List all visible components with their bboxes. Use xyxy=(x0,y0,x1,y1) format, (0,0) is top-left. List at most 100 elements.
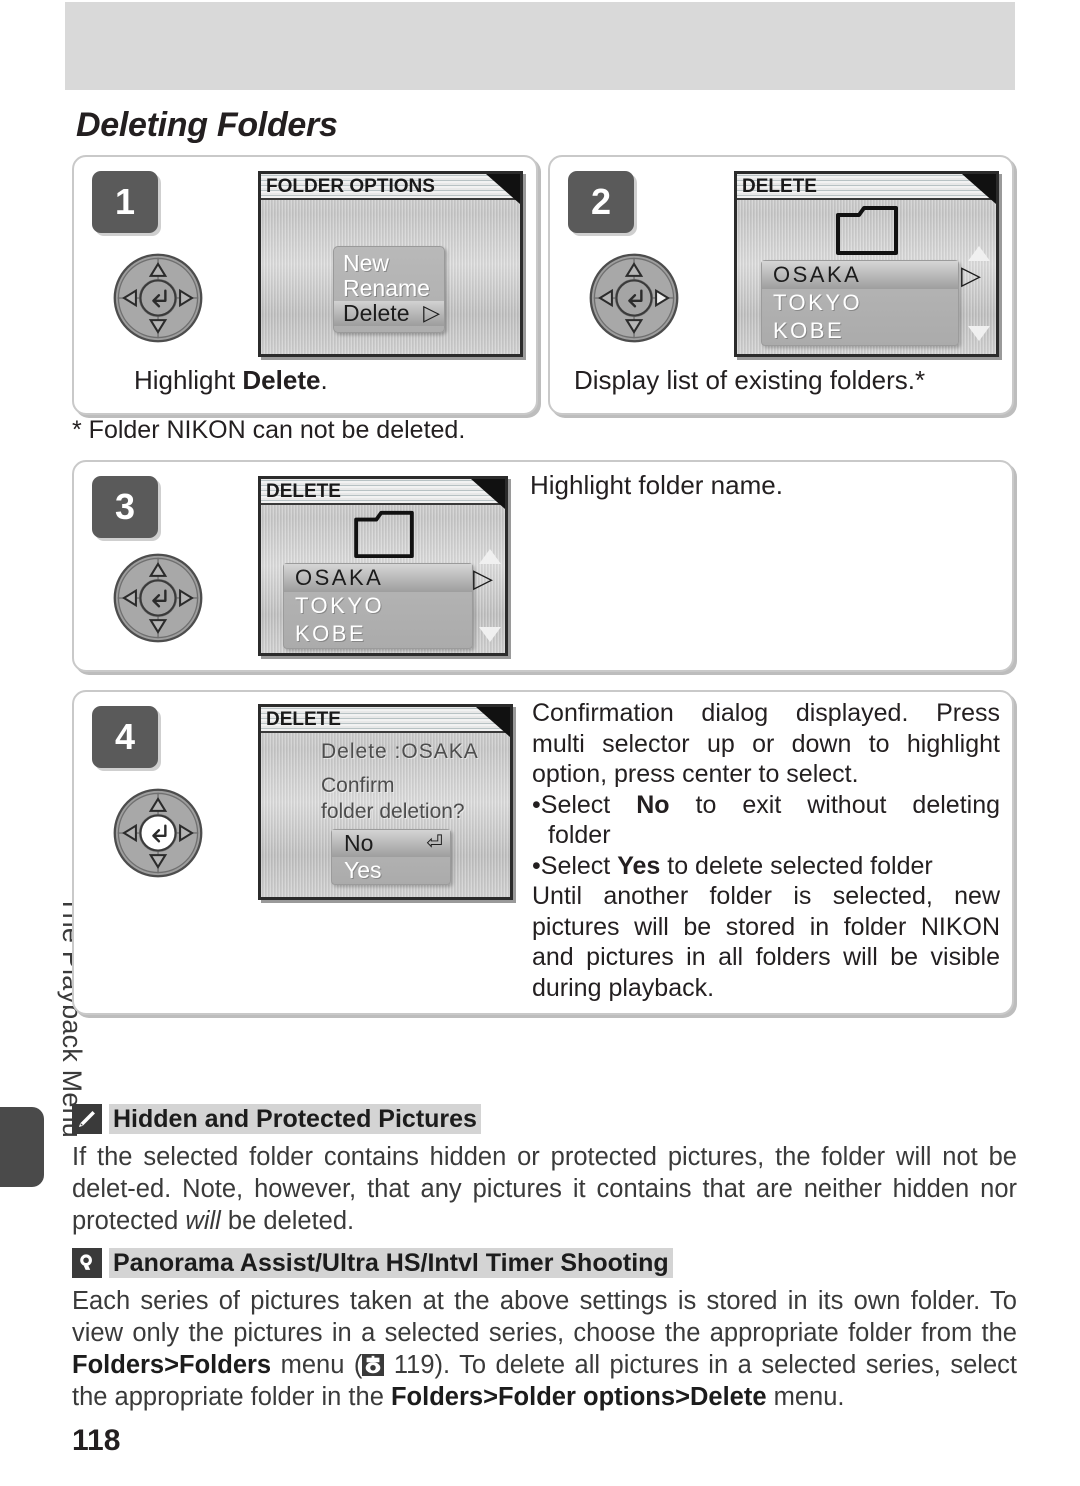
note-2-title: Panorama Assist/Ultra HS/Intvl Timer Sho… xyxy=(109,1248,673,1278)
multi-selector-dpad-1[interactable] xyxy=(112,252,204,344)
folder-label-osaka-3: OSAKA xyxy=(295,565,384,590)
camera-lcd-screen-3: DELETE OSAKA TOKYO KOBE ▷ xyxy=(258,476,508,656)
note-2-header: Panorama Assist/Ultra HS/Intvl Timer Sho… xyxy=(72,1248,1017,1278)
scroll-down-icon-3[interactable] xyxy=(479,627,501,642)
step-caption-2: Display list of existing folders.* xyxy=(574,365,926,395)
footnote-nikon: * Folder NIKON can not be deleted. xyxy=(72,416,466,444)
lcd-title-1: FOLDER OPTIONS xyxy=(266,176,435,197)
multi-selector-dpad-4[interactable] xyxy=(112,787,204,879)
note-1-body: If the selected folder contains hidden o… xyxy=(72,1141,1017,1237)
lcd-title-2: DELETE xyxy=(742,176,817,197)
lcd-title-4: DELETE xyxy=(266,709,341,730)
folder-row-tokyo-3[interactable]: TOKYO xyxy=(284,592,472,620)
lcd-corner-fold-4 xyxy=(476,707,510,737)
note-2-bold-3: Folders xyxy=(390,1383,484,1411)
step-number-badge-3: 3 xyxy=(92,476,158,538)
step4-line-5: pictures will be stored in folder NIKON xyxy=(532,912,1000,941)
note-2-gt-1: > xyxy=(164,1351,180,1379)
note-2-body: Each series of pictures taken at the abo… xyxy=(72,1285,1017,1413)
confirm-option-yes[interactable]: Yes xyxy=(332,857,450,884)
step4-bullet-2-pre: Select xyxy=(540,851,618,880)
step4-line-4: Until another folder is selected, new xyxy=(532,882,1000,910)
step4-line-7: during playback. xyxy=(532,973,715,1002)
note-2-bold-5: Delete xyxy=(689,1383,767,1411)
page-header-bar xyxy=(65,2,1015,90)
menu-item-rename[interactable]: Rename xyxy=(334,276,444,301)
folder-list-2: OSAKA TOKYO KOBE xyxy=(761,260,959,346)
step-caption-1-suffix: . xyxy=(320,365,328,395)
chevron-right-icon-1: ▷ xyxy=(423,300,440,325)
step-panel-2: 2 DELETE OSAKA TOKYO KOBE ▷ Display list… xyxy=(548,155,1014,415)
step4-bullet-2: •Select Yes to delete selected folder xyxy=(532,851,933,880)
folder-row-kobe-3[interactable]: KOBE xyxy=(284,620,472,648)
dialog-confirm-line-2: folder deletion? xyxy=(321,800,465,823)
chevron-right-icon-2: ▷ xyxy=(961,260,981,290)
step-panel-3: 3 DELETE OSAKA TOKYO KOBE ▷ Highlight fo… xyxy=(72,460,1014,672)
step-4-description: Confirmation dialog displayed. Press mul… xyxy=(532,698,1000,1003)
folder-options-submenu: New Rename Delete ▷ xyxy=(333,246,445,333)
step4-line-1: Confirmation dialog displayed. Press xyxy=(532,699,1000,727)
lcd-corner-fold-2 xyxy=(962,174,996,204)
menu-item-delete[interactable]: Delete ▷ xyxy=(334,301,444,326)
step4-bullet-1-bold: No xyxy=(636,790,670,819)
folder-row-kobe-2[interactable]: KOBE xyxy=(762,317,958,345)
step-caption-1-prefix: Highlight xyxy=(134,365,243,395)
note-1-body-part2: be deleted. xyxy=(220,1207,355,1235)
folder-row-tokyo-2[interactable]: TOKYO xyxy=(762,289,958,317)
scroll-down-icon-2[interactable] xyxy=(968,326,990,341)
lcd-corner-fold-1 xyxy=(486,174,520,204)
scroll-up-icon-3[interactable] xyxy=(479,549,501,564)
multi-selector-dpad-2[interactable] xyxy=(588,252,680,344)
chevron-right-icon-3: ▷ xyxy=(473,563,493,593)
folder-row-osaka-2[interactable]: OSAKA xyxy=(762,261,958,289)
pencil-icon xyxy=(72,1104,102,1134)
camera-lcd-screen-1: FOLDER OPTIONS New Rename Delete ▷ xyxy=(258,171,523,357)
scroll-up-icon-2[interactable] xyxy=(968,246,990,261)
camera-page-ref-icon xyxy=(362,1354,385,1376)
note-2-gt-3: > xyxy=(675,1383,690,1411)
camera-lcd-screen-2: DELETE OSAKA TOKYO KOBE ▷ xyxy=(734,171,999,357)
folder-label-osaka-2: OSAKA xyxy=(773,262,862,287)
step4-bullet-1-post: to exit without deleting xyxy=(669,790,1000,819)
lcd-title-3: DELETE xyxy=(266,481,341,502)
note-2-gt-2: > xyxy=(483,1383,498,1411)
step-caption-3: Highlight folder name. xyxy=(530,470,783,500)
step4-bullet-1-cont: folder xyxy=(548,821,611,849)
dialog-target-line: Delete :OSAKA xyxy=(321,740,479,763)
step4-bullet-2-post: to delete selected folder xyxy=(660,851,933,880)
step-number-badge-1: 1 xyxy=(92,171,158,233)
step-caption-1: Highlight Delete. xyxy=(134,365,328,396)
note-1-header: Hidden and Protected Pictures xyxy=(72,1104,1017,1134)
confirm-option-no[interactable]: No ⏎ xyxy=(332,830,450,857)
note-2-bold-1: Folders xyxy=(72,1351,165,1379)
folder-icon-2 xyxy=(835,204,899,256)
multi-selector-dpad-3[interactable] xyxy=(112,552,204,644)
note-panorama-assist: Panorama Assist/Ultra HS/Intvl Timer Sho… xyxy=(72,1248,1017,1413)
folder-list-3: OSAKA TOKYO KOBE xyxy=(283,563,473,649)
note-1-body-italic: will xyxy=(185,1207,221,1235)
side-tab-marker xyxy=(0,1107,44,1187)
step4-bullet-1-pre: Select xyxy=(540,790,637,819)
lightbulb-icon xyxy=(72,1248,102,1278)
menu-item-delete-label: Delete xyxy=(343,300,410,326)
enter-icon: ⏎ xyxy=(426,832,443,854)
step4-line-2: multi selector up or down to highlight xyxy=(532,729,1000,758)
page-title: Deleting Folders xyxy=(76,106,338,144)
dialog-confirm-line-1: Confirm xyxy=(321,774,395,797)
note-2-seg-2: menu ( xyxy=(271,1351,363,1379)
camera-lcd-screen-4: DELETE Delete :OSAKA Confirm folder dele… xyxy=(258,704,513,900)
step-number-badge-2: 2 xyxy=(568,171,634,233)
step4-bullet-1: •Select No to exit without deleting xyxy=(532,790,1000,819)
note-2-seg-1: Each series of pictures taken at the abo… xyxy=(72,1287,1017,1347)
step4-line-3: option, press center to select. xyxy=(532,760,859,788)
note-2-bold-2: Folders xyxy=(179,1351,272,1379)
folder-icon-3 xyxy=(353,509,415,559)
menu-item-new[interactable]: New xyxy=(334,251,444,276)
confirm-options-box: No ⏎ Yes xyxy=(331,829,451,885)
page-number: 118 xyxy=(72,1424,121,1457)
note-2-bold-4: Folder options xyxy=(497,1383,676,1411)
note-1-title: Hidden and Protected Pictures xyxy=(109,1104,481,1134)
step4-line-6: and pictures in all folders will be visi… xyxy=(532,943,1000,971)
folder-row-osaka-3[interactable]: OSAKA xyxy=(284,564,472,592)
step-panel-1: 1 FOLDER OPTIONS New Rename Delete ▷ Hig… xyxy=(72,155,538,415)
